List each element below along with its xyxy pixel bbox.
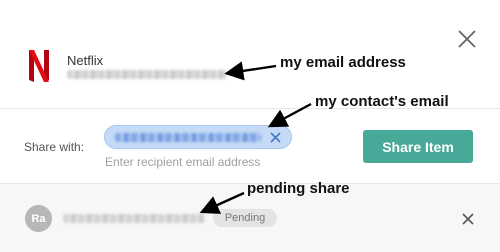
arrow-my-email <box>224 61 277 81</box>
recipient-chip[interactable] <box>104 125 292 149</box>
share-item-button[interactable]: Share Item <box>363 130 473 163</box>
recipient-email-redacted <box>115 133 261 142</box>
owner-email-redacted <box>67 70 227 79</box>
recipient-input-hint: Enter recipient email address <box>105 155 261 169</box>
annotation-pending-share: pending share <box>247 180 350 197</box>
status-badge: Pending <box>213 209 277 227</box>
remove-recipient-icon[interactable] <box>269 131 282 144</box>
share-item-dialog: Netflix Share with: Enter recipient emai… <box>0 0 500 252</box>
annotation-contact-email: my contact's email <box>315 93 449 110</box>
netflix-logo-icon <box>29 50 49 82</box>
share-with-label: Share with: <box>24 140 85 154</box>
avatar: Ra <box>25 205 52 232</box>
revoke-share-icon[interactable] <box>461 212 475 226</box>
item-title: Netflix <box>67 53 104 68</box>
close-dialog-icon[interactable] <box>456 28 478 50</box>
pending-email-redacted <box>63 214 205 223</box>
annotation-my-email: my email address <box>280 54 406 71</box>
